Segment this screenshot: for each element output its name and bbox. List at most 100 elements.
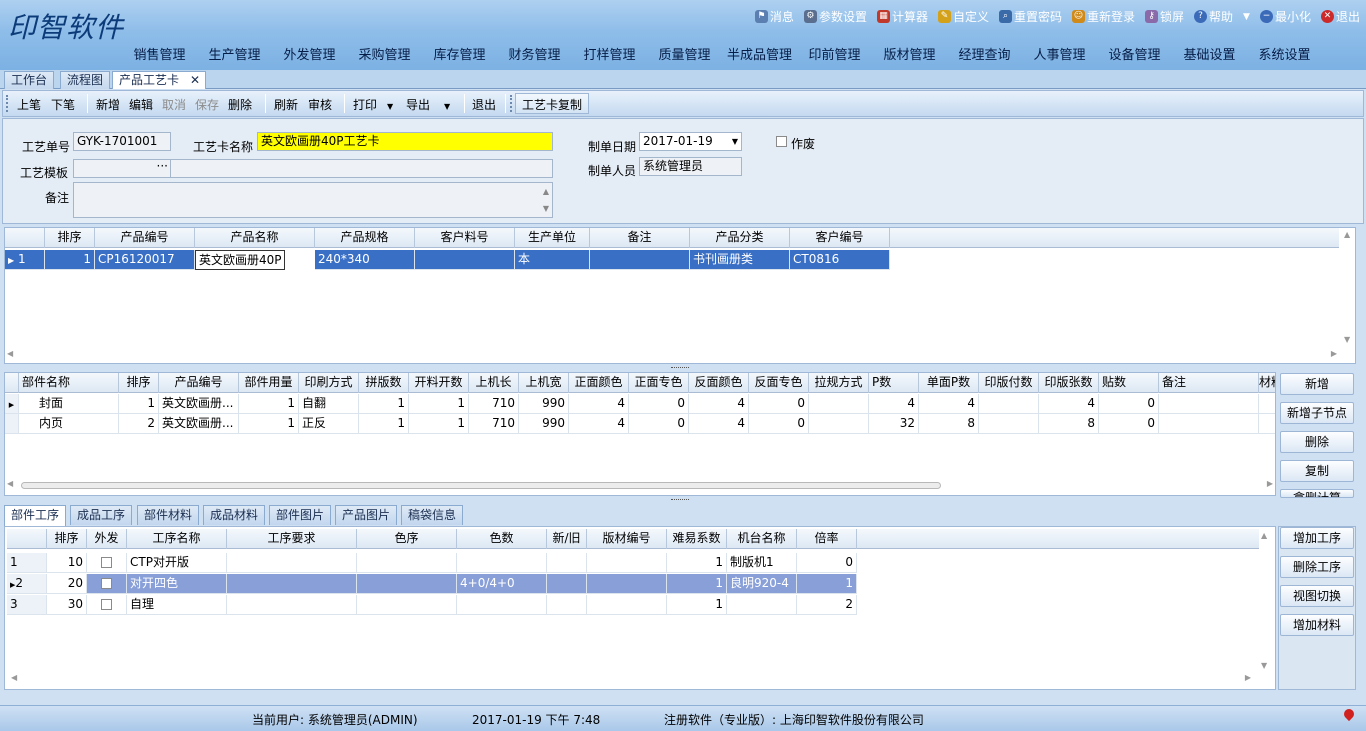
cell-cut-count[interactable]: 1 [409,394,469,414]
switch-view-button[interactable]: 视图切换 [1280,585,1354,607]
cell-process-name[interactable]: 自理 [127,595,227,615]
cell-part-name[interactable]: 内页 [19,414,119,434]
sysbar-lock-screen[interactable]: ⚷ 锁屏 [1143,8,1186,25]
col-unit[interactable]: 生产单位 [515,228,590,248]
sysbar-minimize[interactable]: − 最小化 [1258,8,1313,25]
col-machine-width[interactable]: 上机宽 [519,373,569,393]
menu-quality[interactable]: 质量管理 [647,44,722,63]
cell-process-req[interactable] [227,595,357,615]
cell-process-req[interactable] [227,574,357,594]
date-field[interactable]: 2017-01-19 ▼ [639,132,742,151]
menu-outsourcing[interactable]: 外发管理 [272,44,347,63]
tab-product-process-card[interactable]: 产品工艺卡 ✕ [112,71,206,89]
cell-difficulty[interactable]: 1 [667,553,727,573]
table-row[interactable]: 1 10 CTP对开版 1 制版机1 0 [7,553,857,573]
col-sort[interactable]: 排序 [119,373,159,393]
cell-machine-length[interactable]: 710 [469,414,519,434]
col-remark[interactable]: 备注 [590,228,690,248]
cell-back-colors[interactable]: 4 [689,394,749,414]
sysbar-help[interactable]: ? 帮助 ▼ [1192,8,1252,25]
col-customer-code[interactable]: 客户编号 [790,228,890,248]
add-process-button[interactable]: 增加工序 [1280,527,1354,549]
sysbar-relogin[interactable]: ☺ 重新登录 [1070,8,1137,25]
void-checkbox[interactable] [776,136,787,147]
cell-new-old[interactable] [547,553,587,573]
col-product-code[interactable]: 产品编号 [95,228,195,248]
cell-back-spot[interactable]: 0 [749,414,809,434]
export-button[interactable]: 导出 ▼ [406,96,450,113]
col-cut-count[interactable]: 开料开数 [409,373,469,393]
print-button[interactable]: 打印 ▼ [353,96,393,113]
outsourced-checkbox[interactable] [101,557,112,568]
col-signatures[interactable]: 贴数 [1099,373,1159,393]
col-product-code[interactable]: 产品编号 [159,373,239,393]
cell-color-sequence[interactable] [357,574,457,594]
scroll-up-icon[interactable]: ▲ [1261,531,1267,540]
sysbar-messages[interactable]: ⚑ 消息 [753,8,796,25]
cell-pages[interactable]: 32 [869,414,919,434]
scroll-down-icon[interactable]: ▼ [1261,661,1267,670]
col-color-sequence[interactable]: 色序 [357,529,457,549]
delete-process-button[interactable]: 删除工序 [1280,556,1354,578]
cell-signatures[interactable]: 0 [1099,394,1159,414]
exit-button[interactable]: 退出 [472,96,496,113]
cell-sort[interactable]: 2 [119,414,159,434]
cell-sort[interactable]: 1 [119,394,159,414]
col-back-colors[interactable]: 反面颜色 [689,373,749,393]
cell-plate-sets[interactable] [979,394,1039,414]
product-grid-vscroll[interactable]: ▲ ▼ [1342,228,1354,348]
cell-gripper[interactable] [809,414,869,434]
scroll-up-icon[interactable]: ▲ [1344,230,1350,239]
cancel-button[interactable]: 取消 [162,96,186,113]
cell-unit[interactable]: 本 [515,250,590,270]
cell-front-spot[interactable]: 0 [629,394,689,414]
menu-equipment[interactable]: 设备管理 [1097,44,1172,63]
cell-product-spec[interactable]: 240*340 [315,250,415,270]
cell-part-qty[interactable]: 1 [239,394,299,414]
cell-front-colors[interactable]: 4 [569,414,629,434]
cell-process-name[interactable]: CTP对开版 [127,553,227,573]
cell-sort[interactable]: 10 [47,553,87,573]
sysbar-customize[interactable]: ✎ 自定义 [936,8,991,25]
col-outsourced[interactable]: 外发 [87,529,127,549]
cell-product-code[interactable]: CP16120017 [95,250,195,270]
cell-new-old[interactable] [547,574,587,594]
cell-new-old[interactable] [547,595,587,615]
menu-plates[interactable]: 版材管理 [872,44,947,63]
splitter-handle[interactable] [671,499,689,502]
cell-imposition[interactable]: 1 [359,414,409,434]
cell-remark[interactable] [590,250,690,270]
col-machine-name[interactable]: 机台名称 [727,529,797,549]
cell-part-name[interactable]: 封面 [19,394,119,414]
col-front-spot[interactable]: 正面专色 [629,373,689,393]
menu-prepress[interactable]: 印前管理 [797,44,872,63]
col-gripper[interactable]: 拉规方式 [809,373,869,393]
outsourced-checkbox[interactable] [101,599,112,610]
sysbar-settings[interactable]: ⚙ 参数设置 [802,8,869,25]
cell-signatures[interactable]: 0 [1099,414,1159,434]
edit-button[interactable]: 编辑 [129,96,153,113]
col-process-req[interactable]: 工序要求 [227,529,357,549]
cell-sort[interactable]: 30 [47,595,87,615]
cell-machine-width[interactable]: 990 [519,414,569,434]
close-tab-icon[interactable]: ✕ [190,72,200,88]
col-material[interactable]: 材料 [1259,373,1275,393]
scroll-right-icon[interactable]: ▶ [1331,349,1337,358]
process-grid-hscroll[interactable]: ◀ ▶ [11,673,1251,685]
col-rate[interactable]: 倍率 [797,529,857,549]
cell-process-name[interactable]: 对开四色 [127,574,227,594]
tab-part-material[interactable]: 部件材料 [137,505,200,525]
toolbar-grip[interactable] [510,95,512,112]
col-back-spot[interactable]: 反面专色 [749,373,809,393]
menu-sales[interactable]: 销售管理 [122,44,197,63]
cell-machine-name[interactable]: 制版机1 [727,553,797,573]
cell-plate-sheets[interactable]: 4 [1039,394,1099,414]
col-plate-sheets[interactable]: 印版张数 [1039,373,1099,393]
row-header[interactable]: ▶2 [7,574,47,594]
scroll-right-icon[interactable]: ▶ [1267,479,1273,488]
add-part-button[interactable]: 新增 [1280,373,1354,395]
cell-remark[interactable] [1159,414,1259,434]
col-sort[interactable]: 排序 [45,228,95,248]
col-part-name[interactable]: 部件名称 [19,373,119,393]
process-grid-vscroll[interactable]: ▲ ▼ [1259,529,1271,674]
